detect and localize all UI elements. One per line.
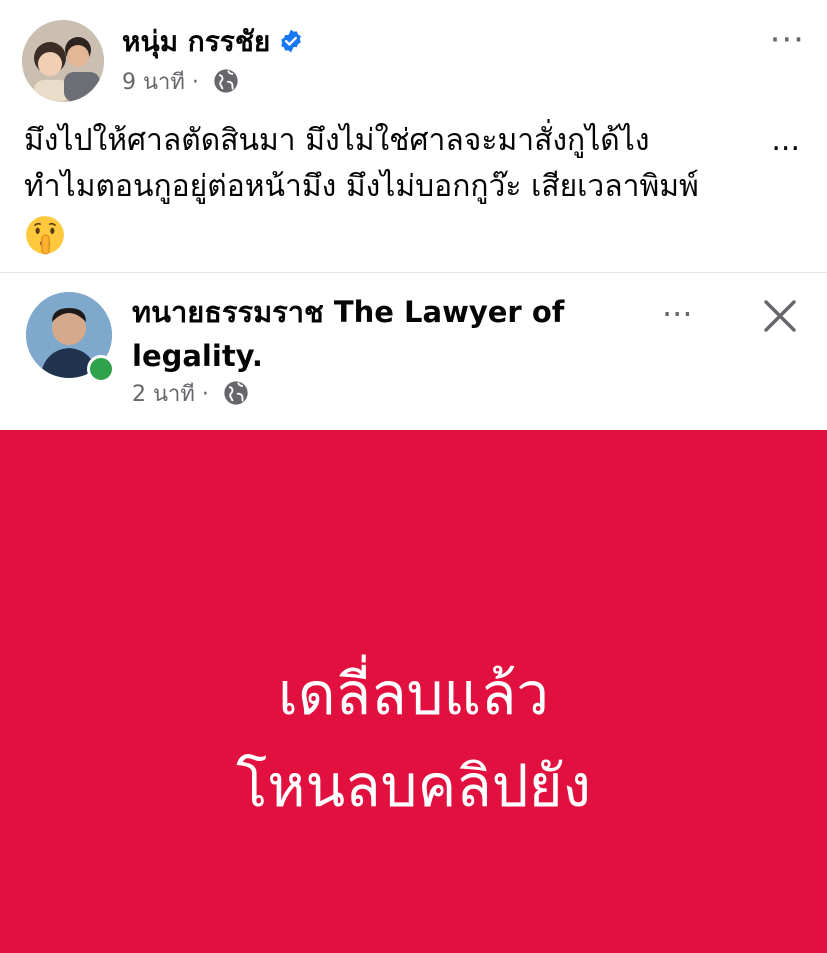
shushing-face-icon xyxy=(26,216,64,255)
post-meta: 9 นาที · xyxy=(122,66,240,100)
post-text-line: ทำไมตอนกูอยู่ต่อหน้ามึง มึงไม่บอกกูว๊ะ เ… xyxy=(24,169,699,204)
online-status-indicator xyxy=(87,355,115,383)
shared-post-meta: 2 นาที · xyxy=(132,378,250,412)
see-more-link[interactable]: ... xyxy=(771,118,800,164)
shared-author-name[interactable]: ทนายธรรมราช The Lawyer of legality. xyxy=(132,290,602,378)
author-name[interactable]: หนุ่ม กรรชัย xyxy=(122,25,270,58)
post-text: มึงไปให้ศาลตัดสินมา มึงไม่ใช่ศาลจะมาสั่ง… xyxy=(24,118,804,256)
globe-icon xyxy=(224,381,248,405)
shared-post-time[interactable]: 2 นาที xyxy=(132,382,195,407)
banner-line: เดลี่ลบแล้ว xyxy=(278,660,549,728)
shared-post-options-icon[interactable]: ··· xyxy=(662,296,693,332)
meta-separator: · xyxy=(191,70,199,95)
meta-separator: · xyxy=(201,382,209,407)
post-time[interactable]: 9 นาที xyxy=(122,70,185,95)
post-options-icon[interactable]: ··· xyxy=(770,22,805,58)
verified-badge-icon xyxy=(281,29,301,53)
shared-post-image[interactable]: เดลี่ลบแล้ว โหนลบคลิปยัง xyxy=(0,430,827,953)
author-avatar[interactable] xyxy=(22,20,104,102)
post-text-line: มึงไปให้ศาลตัดสินมา มึงไม่ใช่ศาลจะมาสั่ง… xyxy=(24,123,650,158)
author-name-row[interactable]: หนุ่ม กรรชัย xyxy=(122,24,304,60)
divider xyxy=(0,272,827,273)
globe-icon xyxy=(214,69,238,93)
facebook-post: หนุ่ม กรรชัย 9 นาที · ··· มึงไปให้ศาลตัด… xyxy=(0,0,827,953)
banner-line: โหนลบคลิปยัง xyxy=(236,752,591,820)
close-icon[interactable] xyxy=(760,296,800,336)
banner-text: เดลี่ลบแล้ว โหนลบคลิปยัง xyxy=(0,648,827,832)
